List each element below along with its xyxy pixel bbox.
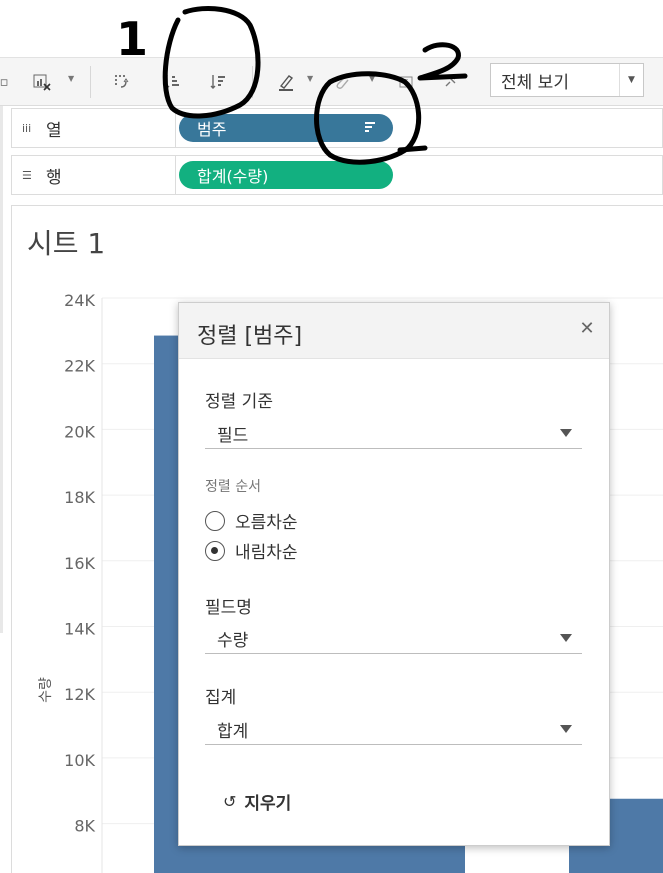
- y-tick-label: 18K: [64, 488, 95, 507]
- y-tick-label: 8K: [74, 817, 95, 836]
- y-axis-label: 수량: [38, 677, 54, 703]
- y-tick-label: 20K: [64, 422, 95, 441]
- sort-dialog: 정렬 [범주] ✕ 정렬 기준 필드 정렬 순서 오름차순 내림차순 필드명 수…: [178, 302, 610, 846]
- sort-by-label: 정렬 기준: [205, 392, 273, 412]
- aggregation-dropdown[interactable]: 합계: [205, 713, 582, 745]
- clear-button[interactable]: ↺ 지우기: [223, 789, 291, 814]
- y-tick-label: 10K: [64, 751, 95, 770]
- field-name-label: 필드명: [205, 598, 252, 618]
- descending-label: 내림차순: [235, 543, 298, 563]
- dropdown-arrow-icon[interactable]: [560, 429, 572, 437]
- dropdown-arrow-icon[interactable]: [560, 725, 572, 733]
- ascending-label: 오름차순: [235, 513, 298, 533]
- dialog-title: 정렬 [범주]: [197, 324, 303, 349]
- field-name-dropdown[interactable]: 수량: [205, 622, 582, 654]
- dialog-header: 정렬 [범주] ✕: [179, 303, 609, 359]
- sort-by-value: 필드: [217, 426, 249, 446]
- y-tick-label: 22K: [64, 357, 95, 376]
- descending-radio[interactable]: 내림차순: [205, 538, 298, 563]
- y-tick-label: 16K: [64, 554, 95, 573]
- field-name-value: 수량: [217, 631, 249, 651]
- y-tick-label: 24K: [64, 291, 95, 310]
- sort-order-label: 정렬 순서: [205, 479, 261, 495]
- close-icon[interactable]: ✕: [577, 318, 597, 339]
- sort-by-dropdown[interactable]: 필드: [205, 417, 582, 449]
- radio-button[interactable]: [205, 510, 225, 531]
- aggregation-value: 합계: [217, 722, 249, 742]
- aggregation-label: 집계: [205, 688, 237, 708]
- radio-button-selected[interactable]: [205, 540, 225, 561]
- undo-icon: ↺: [223, 792, 237, 811]
- y-tick-label: 12K: [64, 685, 95, 704]
- dropdown-arrow-icon[interactable]: [560, 634, 572, 642]
- ascending-radio[interactable]: 오름차순: [205, 508, 298, 533]
- y-tick-label: 14K: [64, 620, 95, 639]
- clear-label: 지우기: [244, 794, 292, 814]
